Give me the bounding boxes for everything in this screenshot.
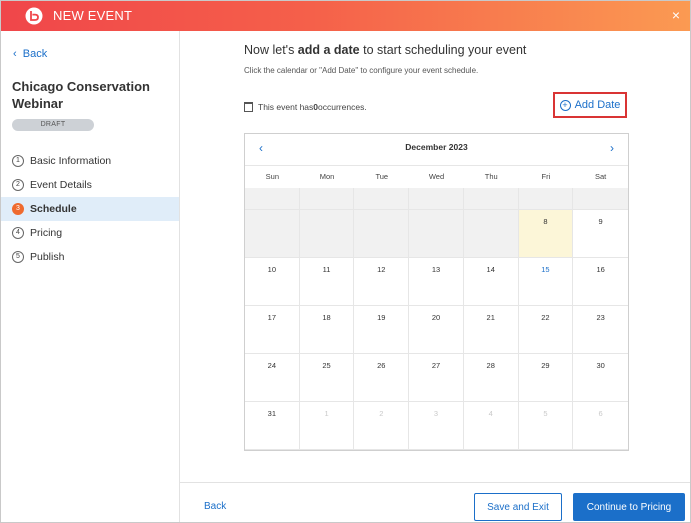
step-publish[interactable]: 5 Publish xyxy=(1,245,179,269)
next-month-icon[interactable]: › xyxy=(610,141,614,155)
occurrence-summary: This event has 0 occurrences. xyxy=(244,102,367,112)
footer-bar: Back Save and Exit Continue to Pricing xyxy=(180,482,690,522)
step-label: Pricing xyxy=(30,227,63,239)
calendar-day-cell[interactable]: 19 xyxy=(354,306,410,354)
weekday-label: Thu xyxy=(484,172,498,181)
step-schedule[interactable]: 3 Schedule xyxy=(1,197,179,221)
calendar-day-cell[interactable]: 6 xyxy=(573,402,628,450)
step-event-details[interactable]: 2 Event Details xyxy=(1,173,179,197)
calendar-day-cell[interactable]: 2 xyxy=(354,402,410,450)
calendar-day-cell[interactable]: 26 xyxy=(354,354,410,402)
step-label: Schedule xyxy=(30,203,77,215)
calendar-day-cell[interactable]: 27 xyxy=(409,354,464,402)
weekday-label: Wed xyxy=(428,172,445,181)
calendar-day-cell[interactable]: 14 xyxy=(463,258,519,306)
step-basic-information[interactable]: 1 Basic Information xyxy=(1,149,179,173)
calendar: ‹ December 2023 › Sun Mon Tue Wed Thu Fri Sat … xyxy=(244,133,629,451)
calendar-empty-cell xyxy=(354,188,410,210)
weekday-label: Fri xyxy=(541,172,551,181)
calendar-grid: 8 9 10 11 12 13 14 15 16 17 18 19 20 21 22 23 24 25 26 27 28… xyxy=(245,188,628,450)
weekday-label: Sun xyxy=(265,172,280,181)
step-label: Event Details xyxy=(30,179,92,191)
save-and-exit-button[interactable]: Save and Exit xyxy=(474,493,562,521)
headline-bold: add a date xyxy=(297,43,360,57)
calendar-day-cell[interactable]: 22 xyxy=(518,306,574,354)
step-number-icon: 4 xyxy=(12,227,24,239)
calendar-day-cell[interactable]: 20 xyxy=(409,306,464,354)
step-number-icon: 1 xyxy=(12,155,24,167)
calendar-empty-cell xyxy=(409,210,464,258)
calendar-day-cell[interactable]: 12 xyxy=(354,258,410,306)
calendar-day-cell[interactable]: 11 xyxy=(299,258,355,306)
calendar-day-cell[interactable]: 4 xyxy=(463,402,519,450)
headline-suffix: to start scheduling your event xyxy=(359,43,527,57)
new-event-window: NEW EVENT × ‹ Back Chicago Conservation … xyxy=(0,0,691,523)
back-link[interactable]: ‹ Back xyxy=(13,48,47,60)
steps-nav: 1 Basic Information 2 Event Details 3 Sched… xyxy=(1,149,179,269)
calendar-empty-cell xyxy=(245,188,300,210)
calendar-day-cell[interactable]: 10 xyxy=(245,258,300,306)
plus-circle-icon: + xyxy=(559,99,571,111)
sidebar: ‹ Back Chicago Conservation Webinar DRAF… xyxy=(1,31,180,522)
schedule-panel: Now let's add a date to start scheduling… xyxy=(180,31,690,482)
step-label: Basic Information xyxy=(30,155,112,167)
calendar-empty-cell xyxy=(518,188,574,210)
close-icon[interactable]: × xyxy=(672,7,680,23)
window-title: NEW EVENT xyxy=(53,8,133,23)
calendar-empty-cell xyxy=(573,188,628,210)
footer-back-link[interactable]: Back xyxy=(204,501,226,512)
calendar-day-cell[interactable]: 31 xyxy=(245,402,300,450)
page-subtitle: Click the calendar or "Add Date" to conf… xyxy=(244,66,479,75)
calendar-empty-cell xyxy=(463,188,519,210)
calendar-empty-cell xyxy=(245,210,300,258)
calendar-day-cell[interactable]: 3 xyxy=(409,402,464,450)
add-date-button[interactable]: + Add Date xyxy=(553,92,627,118)
calendar-month-label: December 2023 xyxy=(405,142,468,152)
occurrence-prefix: This event has xyxy=(258,102,314,112)
weekday-label: Mon xyxy=(319,172,335,181)
calendar-empty-cell xyxy=(299,188,355,210)
calendar-empty-cell xyxy=(354,210,410,258)
calendar-day-cell[interactable]: 9 xyxy=(573,210,628,258)
weekday-label: Sat xyxy=(595,172,607,181)
add-date-label: Add Date xyxy=(574,99,621,111)
calendar-day-cell[interactable]: 23 xyxy=(573,306,628,354)
calendar-day-cell[interactable]: 18 xyxy=(299,306,355,354)
continue-to-pricing-button[interactable]: Continue to Pricing xyxy=(573,493,685,521)
calendar-day-cell[interactable]: 25 xyxy=(299,354,355,402)
page-headline: Now let's add a date to start scheduling… xyxy=(244,43,526,57)
title-bar: NEW EVENT × xyxy=(1,1,690,31)
calendar-empty-cell xyxy=(299,210,355,258)
headline-prefix: Now let's xyxy=(244,43,298,57)
calendar-day-cell[interactable]: 5 xyxy=(518,402,574,450)
chevron-left-icon: ‹ xyxy=(13,48,17,60)
calendar-header: ‹ December 2023 › xyxy=(245,134,628,164)
calendar-day-cell[interactable]: 13 xyxy=(409,258,464,306)
status-badge: DRAFT xyxy=(12,119,94,131)
calendar-day-cell[interactable]: 21 xyxy=(463,306,519,354)
calendar-day-cell[interactable]: 17 xyxy=(245,306,300,354)
calendar-day-cell[interactable]: 1 xyxy=(299,402,355,450)
calendar-day-cell[interactable]: 16 xyxy=(573,258,628,306)
calendar-day-cell[interactable]: 28 xyxy=(463,354,519,402)
weekday-header: Sun Mon Tue Wed Thu Fri Sat xyxy=(245,165,628,189)
step-number-icon: 3 xyxy=(12,203,24,215)
app-logo-icon xyxy=(25,7,43,25)
calendar-icon xyxy=(244,102,253,112)
calendar-empty-cell xyxy=(463,210,519,258)
calendar-day-cell[interactable]: 8 xyxy=(518,210,574,258)
calendar-day-cell[interactable]: 29 xyxy=(518,354,574,402)
occurrence-suffix: occurrences. xyxy=(318,102,367,112)
calendar-day-cell[interactable]: 24 xyxy=(245,354,300,402)
calendar-day-cell[interactable]: 15 xyxy=(518,258,574,306)
back-label: Back xyxy=(22,48,48,60)
step-pricing[interactable]: 4 Pricing xyxy=(1,221,179,245)
step-label: Publish xyxy=(30,251,65,263)
calendar-empty-cell xyxy=(409,188,464,210)
step-number-icon: 2 xyxy=(12,179,24,191)
calendar-day-cell[interactable]: 30 xyxy=(573,354,628,402)
weekday-label: Tue xyxy=(375,172,389,181)
event-title: Chicago Conservation Webinar xyxy=(12,79,150,111)
step-number-icon: 5 xyxy=(12,251,24,263)
